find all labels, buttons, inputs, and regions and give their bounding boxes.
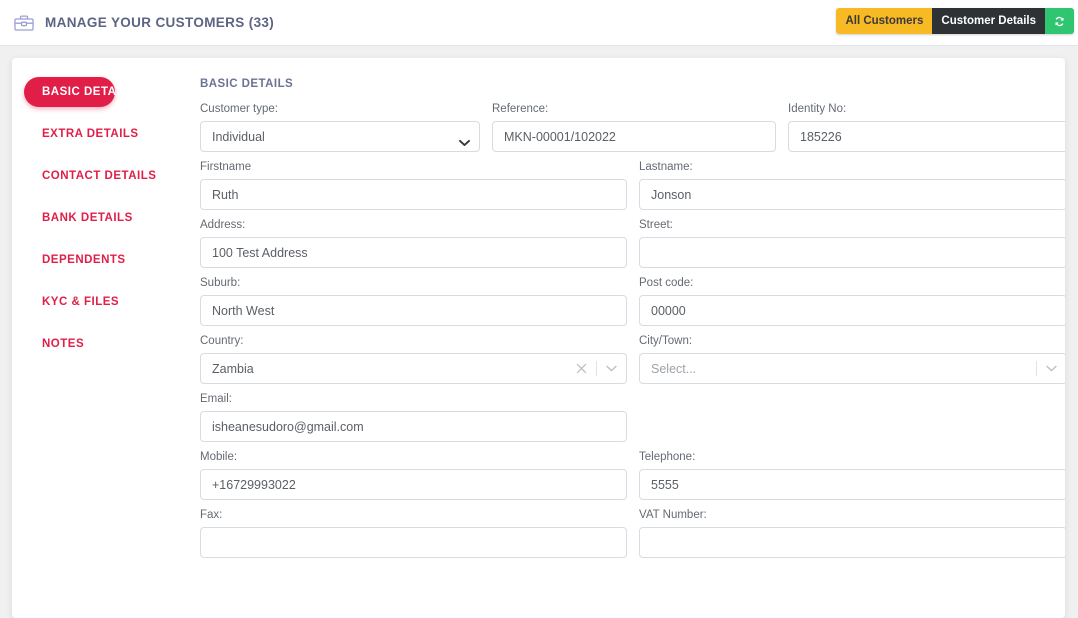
chevron-down-icon[interactable]	[1042, 360, 1060, 378]
telephone-input[interactable]	[639, 469, 1065, 500]
customer-details-card: BASIC DETAILS EXTRA DETAILS CONTACT DETA…	[12, 58, 1065, 618]
mobile-label: Mobile:	[200, 451, 238, 463]
email-label: Email:	[200, 393, 232, 405]
fax-input[interactable]	[200, 527, 627, 558]
form-row-8: Fax: VAT Number:	[200, 509, 1065, 558]
email-field: Email:	[200, 393, 627, 442]
country-select[interactable]: Zambia	[200, 353, 627, 384]
reference-label: Reference:	[492, 103, 549, 115]
suburb-label: Suburb:	[200, 277, 241, 289]
section-title: BASIC DETAILS	[200, 78, 294, 90]
country-field: Country: Zambia	[200, 335, 627, 384]
fax-field: Fax:	[200, 509, 627, 558]
vat-number-field: VAT Number:	[639, 509, 1065, 558]
customer-type-field: Customer type: Individual Company	[200, 103, 480, 152]
sidebar-item-bank-details[interactable]: BANK DETAILS	[12, 203, 192, 233]
customer-type-select[interactable]: Individual Company	[200, 121, 480, 152]
telephone-field: Telephone:	[639, 451, 1065, 500]
customer-type-select-wrap: Individual Company	[200, 121, 480, 152]
email-input[interactable]	[200, 411, 627, 442]
street-input[interactable]	[639, 237, 1065, 268]
street-label: Street:	[639, 219, 673, 231]
country-selected-value: Zambia	[212, 361, 254, 376]
customer-details-button[interactable]: Customer Details	[932, 8, 1045, 34]
mobile-field: Mobile:	[200, 451, 627, 500]
lastname-field: Lastname:	[639, 161, 1065, 210]
city-town-select[interactable]: Select...	[639, 353, 1065, 384]
form-row-3: Address: Street:	[200, 219, 1065, 268]
address-field: Address:	[200, 219, 627, 268]
suburb-field: Suburb:	[200, 277, 627, 326]
city-town-label: City/Town:	[639, 335, 693, 347]
header-title-group: MANAGE YOUR CUSTOMERS (33)	[14, 14, 274, 32]
vat-number-label: VAT Number:	[639, 509, 707, 521]
form-row-2: Firstname Lastname:	[200, 161, 1065, 210]
select-separator	[1036, 361, 1037, 376]
reference-input[interactable]	[492, 121, 776, 152]
refresh-icon	[1053, 15, 1066, 28]
post-code-field: Post code:	[639, 277, 1065, 326]
firstname-label: Firstname	[200, 161, 252, 173]
form-row-7: Mobile: Telephone:	[200, 451, 1065, 500]
vat-number-input[interactable]	[639, 527, 1065, 558]
clear-x-icon[interactable]	[574, 361, 589, 376]
form-row-5: Country: Zambia City/Town: Select...	[200, 335, 1065, 384]
reference-field: Reference:	[492, 103, 776, 152]
section-nav-sidebar: BASIC DETAILS EXTRA DETAILS CONTACT DETA…	[12, 58, 192, 618]
mobile-input[interactable]	[200, 469, 627, 500]
sidebar-item-notes[interactable]: NOTES	[12, 329, 192, 359]
lastname-label: Lastname:	[639, 161, 693, 173]
city-town-placeholder: Select...	[651, 361, 697, 376]
briefcase-icon	[14, 14, 34, 32]
post-code-input[interactable]	[639, 295, 1065, 326]
street-field: Street:	[639, 219, 1065, 268]
header-button-group: All Customers Customer Details	[836, 8, 1074, 34]
customer-type-label: Customer type:	[200, 103, 278, 115]
firstname-field: Firstname	[200, 161, 627, 210]
basic-details-form: BASIC DETAILS Customer type: Individual …	[192, 58, 1065, 618]
all-customers-button[interactable]: All Customers	[836, 8, 933, 34]
identity-no-input[interactable]	[788, 121, 1065, 152]
address-input[interactable]	[200, 237, 627, 268]
email-spacer	[639, 393, 1065, 442]
form-row-4: Suburb: Post code:	[200, 277, 1065, 326]
sidebar-item-dependents[interactable]: DEPENDENTS	[12, 245, 192, 275]
form-row-1: Customer type: Individual Company Refere…	[200, 103, 1065, 152]
sidebar-item-extra-details[interactable]: EXTRA DETAILS	[12, 119, 192, 149]
address-label: Address:	[200, 219, 246, 231]
suburb-input[interactable]	[200, 295, 627, 326]
page-title: MANAGE YOUR CUSTOMERS (33)	[45, 15, 275, 30]
sidebar-item-basic-details[interactable]: BASIC DETAILS	[24, 77, 135, 107]
form-row-6: Email:	[200, 393, 1065, 442]
city-town-field: City/Town: Select...	[639, 335, 1065, 384]
telephone-label: Telephone:	[639, 451, 696, 463]
firstname-input[interactable]	[200, 179, 627, 210]
identity-no-label: Identity No:	[788, 103, 847, 115]
lastname-input[interactable]	[639, 179, 1065, 210]
country-label: Country:	[200, 335, 244, 347]
refresh-button[interactable]	[1045, 8, 1074, 34]
select-separator	[596, 361, 597, 376]
top-header-bar: MANAGE YOUR CUSTOMERS (33) All Customers…	[0, 0, 1078, 46]
identity-no-field: Identity No:	[788, 103, 1065, 152]
sidebar-item-contact-details[interactable]: CONTACT DETAILS	[12, 161, 192, 191]
post-code-label: Post code:	[639, 277, 694, 289]
sidebar-item-kyc-files[interactable]: KYC & FILES	[12, 287, 192, 317]
fax-label: Fax:	[200, 509, 223, 521]
chevron-down-icon[interactable]	[602, 360, 620, 378]
